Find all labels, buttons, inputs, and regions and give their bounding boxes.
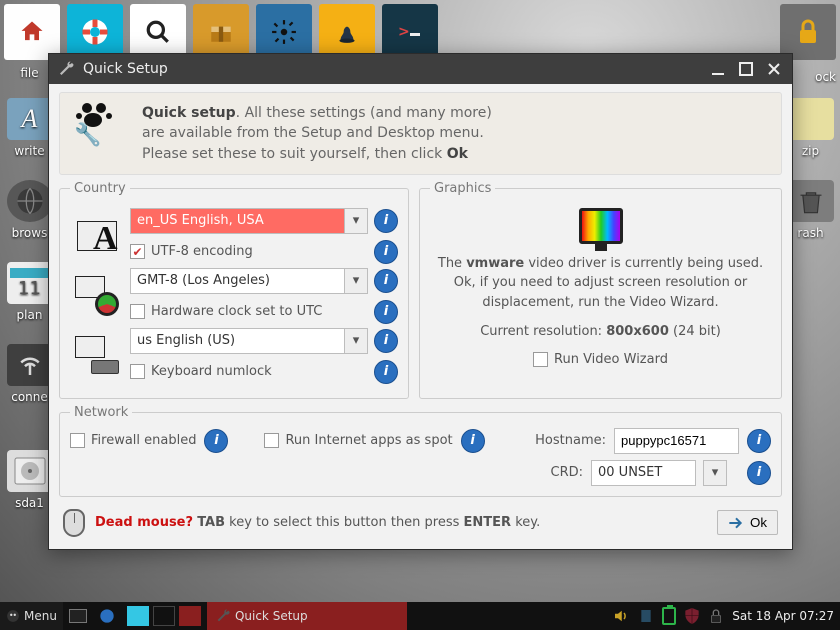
- graphics-driver-text: The vmware video driver is currently bei…: [432, 254, 769, 313]
- wrench-icon: [215, 608, 231, 624]
- info-icon[interactable]: i: [747, 429, 771, 453]
- arrow-icon: [728, 516, 744, 530]
- taskbar-clock[interactable]: Sat 18 Apr 07:27: [732, 609, 834, 623]
- lock-tray-icon[interactable]: [708, 608, 724, 624]
- launcher-settings[interactable]: [256, 4, 312, 60]
- taskbar: Menu Quick Setup Sat 18 Apr 07:27: [0, 602, 840, 630]
- browser-tray-icon[interactable]: [93, 602, 121, 630]
- info-icon[interactable]: i: [374, 329, 398, 353]
- timezone-select[interactable]: GMT-8 (Los Angeles): [130, 268, 345, 294]
- spot-checkbox[interactable]: Run Internet apps as spot: [264, 433, 452, 448]
- volume-icon[interactable]: [612, 607, 630, 625]
- intro-box: 🔧 Quick setup. All these settings (and m…: [59, 92, 782, 175]
- launcher-lamp[interactable]: [319, 4, 375, 60]
- desktop-label-lock: ock: [815, 70, 836, 84]
- wrench-icon: [57, 60, 75, 78]
- firewall-checkbox[interactable]: Firewall enabled: [70, 433, 196, 448]
- info-icon[interactable]: i: [374, 300, 398, 324]
- clipboard-icon[interactable]: [638, 608, 654, 624]
- network-fieldset: Network Firewall enabled i Run Internet …: [59, 405, 782, 497]
- deadmouse-hint: Dead mouse? TAB key to select this butto…: [95, 514, 540, 532]
- launcher-lock[interactable]: [780, 4, 836, 60]
- flag-clock-icon: [75, 276, 119, 316]
- desktop-background: > file Awrite brows 11plan conne sda1 oc…: [0, 0, 840, 602]
- keyboard-select[interactable]: us English (US): [130, 328, 345, 354]
- menu-button[interactable]: Menu: [0, 602, 63, 630]
- dropdown-caret[interactable]: ▾: [344, 208, 368, 234]
- crd-select[interactable]: 00 UNSET: [591, 460, 696, 486]
- puppy-menu-icon: [6, 609, 20, 623]
- battery-icon[interactable]: [662, 607, 676, 625]
- crd-label: CRD:: [551, 465, 584, 480]
- system-tray: Sat 18 Apr 07:27: [606, 602, 840, 630]
- run-video-wizard-checkbox[interactable]: Run Video Wizard: [533, 352, 668, 367]
- info-icon[interactable]: i: [204, 429, 228, 453]
- hostname-label: Hostname:: [535, 433, 606, 448]
- country-fieldset: Country A en_US English, USA ▾ i: [59, 181, 409, 399]
- quick-setup-window: Quick Setup 🔧 Quick setup. All these set…: [48, 53, 793, 550]
- ok-button[interactable]: Ok: [717, 510, 778, 535]
- graphics-resolution-text: Current resolution: 800x600 (24 bit): [480, 322, 721, 342]
- info-icon[interactable]: i: [374, 209, 398, 233]
- launcher-help[interactable]: [67, 4, 123, 60]
- top-launcher-bar: >: [4, 4, 836, 60]
- country-legend: Country: [70, 181, 130, 196]
- close-button[interactable]: [764, 59, 784, 79]
- language-select[interactable]: en_US English, USA: [130, 208, 345, 234]
- show-desktop-button[interactable]: [63, 602, 93, 630]
- graphics-legend: Graphics: [430, 181, 495, 196]
- flag-keyboard-icon: [75, 336, 119, 376]
- graphics-fieldset: Graphics The vmware video driver is curr…: [419, 181, 782, 399]
- security-shield-icon[interactable]: [684, 607, 700, 625]
- info-icon[interactable]: i: [374, 360, 398, 384]
- minimize-button[interactable]: [708, 59, 728, 79]
- monitor-rainbow-icon: [579, 208, 623, 244]
- network-legend: Network: [70, 405, 132, 420]
- hostname-input[interactable]: [614, 428, 739, 454]
- info-icon[interactable]: i: [374, 269, 398, 293]
- dropdown-caret[interactable]: ▾: [344, 328, 368, 354]
- puppy-paw-icon: 🔧: [74, 103, 124, 143]
- utf8-checkbox[interactable]: ✔UTF-8 encoding: [130, 244, 253, 259]
- maximize-button[interactable]: [736, 59, 756, 79]
- dropdown-caret[interactable]: ▾: [344, 268, 368, 294]
- launcher-search[interactable]: [130, 4, 186, 60]
- mouse-icon: [63, 509, 85, 537]
- flag-letter-icon: A: [77, 221, 117, 251]
- info-icon[interactable]: i: [747, 461, 771, 485]
- desktop-switcher[interactable]: [121, 602, 207, 630]
- numlock-checkbox[interactable]: Keyboard numlock: [130, 364, 272, 379]
- svg-text:>: >: [398, 24, 410, 40]
- launcher-package[interactable]: [193, 4, 249, 60]
- info-icon[interactable]: i: [374, 240, 398, 264]
- info-icon[interactable]: i: [461, 429, 485, 453]
- active-task-button[interactable]: Quick Setup: [207, 602, 407, 630]
- window-title: Quick Setup: [83, 61, 700, 77]
- titlebar[interactable]: Quick Setup: [49, 54, 792, 84]
- hwclock-utc-checkbox[interactable]: Hardware clock set to UTC: [130, 304, 322, 319]
- launcher-terminal[interactable]: >: [382, 4, 438, 60]
- dropdown-caret[interactable]: ▾: [703, 460, 727, 486]
- intro-headline: Quick setup: [142, 105, 236, 121]
